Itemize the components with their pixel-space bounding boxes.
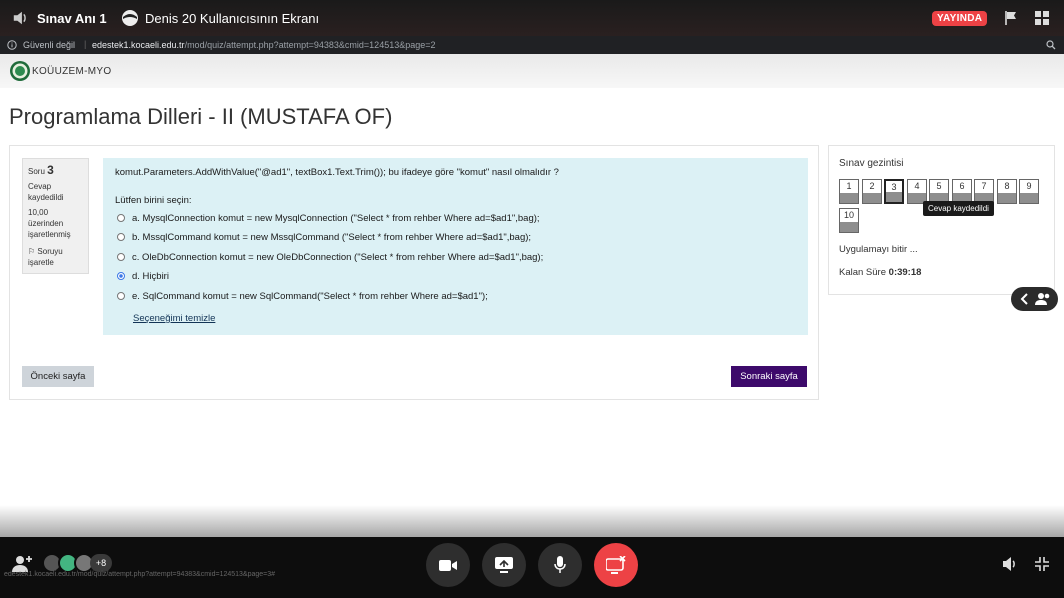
question-state: Cevap kaydedildi xyxy=(28,182,64,202)
question-content: komut.Parameters.AddWithValue("@ad1", te… xyxy=(103,158,808,335)
flag-icon[interactable] xyxy=(1003,10,1019,26)
nav-tooltip: Cevap kaydedildi xyxy=(923,201,994,216)
status-url: edestek1.kocaeli.edu.tr/mod/quiz/attempt… xyxy=(4,571,276,578)
quiz-nav-button-3-current[interactable]: 3 xyxy=(884,179,904,204)
address-separator: | xyxy=(84,39,87,49)
quiz-nav-button-2[interactable]: 2 xyxy=(862,179,882,204)
answered-indicator xyxy=(840,193,858,203)
call-controls-bar: +8 edestek1.kocaeli.edu.tr/mod/quiz/atte… xyxy=(0,537,1064,598)
url-path: /mod/quiz/attempt.php?attempt=94383&cmid… xyxy=(184,40,436,50)
question-nav-number: 6 xyxy=(959,181,965,191)
option-label: a. MysqlConnection komut = new MysqlConn… xyxy=(132,212,540,224)
question-nav-number: 4 xyxy=(914,181,920,191)
question-info: Soru 3 Cevap kaydedildi 10,00 üzerinden … xyxy=(22,158,89,274)
url-text[interactable]: edestek1.kocaeli.edu.tr/mod/quiz/attempt… xyxy=(92,40,436,50)
answer-option-e[interactable]: e. SqlCommand komut = new SqlCommand("Se… xyxy=(117,290,488,302)
time-remaining: Kalan Süre 0:39:18 xyxy=(839,267,921,278)
radio-button[interactable] xyxy=(117,292,125,300)
next-page-button[interactable]: Sonraki sayfa xyxy=(731,366,807,387)
option-label: e. SqlCommand komut = new SqlCommand("Se… xyxy=(132,290,488,302)
page-title: Programlama Dilleri - II (MUSTAFA OF) xyxy=(9,104,393,129)
question-mark: 10,00 üzerinden işaretlenmiş xyxy=(28,207,83,240)
answered-indicator xyxy=(886,192,902,202)
answer-option-c[interactable]: c. OleDbConnection komut = new OleDbConn… xyxy=(117,251,543,263)
question-mark-value: 10,00 xyxy=(28,208,49,217)
exit-fullscreen-icon[interactable] xyxy=(1035,557,1049,571)
open-drawer-button[interactable] xyxy=(1011,287,1058,311)
question-mark-line2: üzerinden xyxy=(28,219,64,228)
clear-choice-link[interactable]: Seçeneğimi temizle xyxy=(133,313,215,324)
call-header: Sınav Anı 1 Denis 20 Kullanıcısının Ekra… xyxy=(0,0,1064,36)
option-label: d. Hiçbiri xyxy=(132,270,169,282)
screen-share-title: Denis 20 Kullanıcısının Ekranı xyxy=(145,11,320,26)
question-text: komut.Parameters.AddWithValue("@ad1", te… xyxy=(115,167,559,178)
chevron-left-icon xyxy=(1020,293,1028,305)
question-nav-number: 8 xyxy=(1004,181,1010,191)
quiz-nav-button-8[interactable]: 8 xyxy=(997,179,1017,204)
stop-stream-icon xyxy=(606,556,626,574)
question-number-label: Soru xyxy=(28,167,45,176)
answered-indicator xyxy=(840,222,858,232)
question-nav-number: 10 xyxy=(843,210,854,220)
camera-icon xyxy=(439,559,457,571)
finish-attempt-link[interactable]: Uygulamayı bitir ... xyxy=(839,244,918,255)
question-number: 3 xyxy=(47,163,54,177)
channel-name[interactable]: Sınav Anı 1 xyxy=(37,11,107,26)
insecure-label: Güvenli değil xyxy=(23,40,76,50)
time-remaining-value: 0:39:18 xyxy=(888,267,922,278)
question-card: Soru 3 Cevap kaydedildi 10,00 üzerinden … xyxy=(9,145,819,400)
question-nav-number: 9 xyxy=(1026,181,1032,191)
answer-option-b[interactable]: b. MssqlCommand komut = new MssqlCommand… xyxy=(117,231,531,243)
url-host: edestek1.kocaeli.edu.tr xyxy=(92,40,185,50)
answered-indicator xyxy=(998,193,1016,203)
radio-button-selected[interactable] xyxy=(117,272,125,280)
radio-button[interactable] xyxy=(117,253,125,261)
flag-outline-icon: ⚐ xyxy=(28,247,36,256)
search-icon[interactable] xyxy=(1046,40,1056,50)
quiz-navigation-panel: Sınav gezintisi 1 2 3 4 5 6 7 8 9 10 Cev… xyxy=(828,145,1055,295)
radio-button[interactable] xyxy=(117,233,125,241)
option-label: c. OleDbConnection komut = new OleDbConn… xyxy=(132,251,544,263)
info-icon[interactable] xyxy=(7,40,17,50)
browser-address-bar: Güvenli değil | edestek1.kocaeli.edu.tr/… xyxy=(0,36,1064,54)
screen-share-button[interactable] xyxy=(482,543,526,587)
grid-icon[interactable] xyxy=(1035,11,1049,25)
camera-button[interactable] xyxy=(426,543,470,587)
answered-indicator xyxy=(863,193,881,203)
stop-stream-button[interactable] xyxy=(594,543,638,587)
time-remaining-label: Kalan Süre xyxy=(839,267,887,278)
answer-prompt: Lütfen birini seçin: xyxy=(115,195,192,206)
volume-channel-icon xyxy=(13,11,26,25)
quiz-nav-button-10[interactable]: 10 xyxy=(839,208,859,233)
quiz-nav-button-1[interactable]: 1 xyxy=(839,179,859,204)
quiz-navigation-title: Sınav gezintisi xyxy=(839,158,904,169)
quiz-nav-button-9[interactable]: 9 xyxy=(1019,179,1039,204)
previous-page-button[interactable]: Önceki sayfa xyxy=(22,366,94,387)
participants-icon xyxy=(1035,293,1050,305)
screen-share-avatar-icon xyxy=(122,10,138,26)
more-participants-count[interactable]: +8 xyxy=(90,554,112,572)
volume-icon[interactable] xyxy=(1002,556,1019,572)
option-label: b. MssqlCommand komut = new MssqlCommand… xyxy=(132,231,532,243)
question-nav-number: 2 xyxy=(869,181,875,191)
answered-indicator xyxy=(1020,193,1038,203)
answer-option-d[interactable]: d. Hiçbiri xyxy=(117,270,169,282)
question-nav-number: 1 xyxy=(846,181,852,191)
screen-share-icon xyxy=(495,557,513,573)
site-header: KOÜUZEM-MYO xyxy=(0,54,1064,88)
bottom-fade xyxy=(0,505,1064,537)
university-logo-icon[interactable] xyxy=(9,60,31,82)
answer-option-a[interactable]: a. MysqlConnection komut = new MysqlConn… xyxy=(117,212,540,224)
question-mark-line3: işaretlenmiş xyxy=(28,230,71,239)
microphone-icon xyxy=(554,556,566,573)
microphone-button[interactable] xyxy=(538,543,582,587)
live-badge: YAYINDA xyxy=(932,11,988,26)
radio-button[interactable] xyxy=(117,214,125,222)
question-nav-number: 7 xyxy=(981,181,987,191)
question-nav-number: 5 xyxy=(936,181,942,191)
flag-question-button[interactable]: ⚐ Soruyu işaretle xyxy=(28,246,83,268)
site-brand[interactable]: KOÜUZEM-MYO xyxy=(32,66,111,77)
